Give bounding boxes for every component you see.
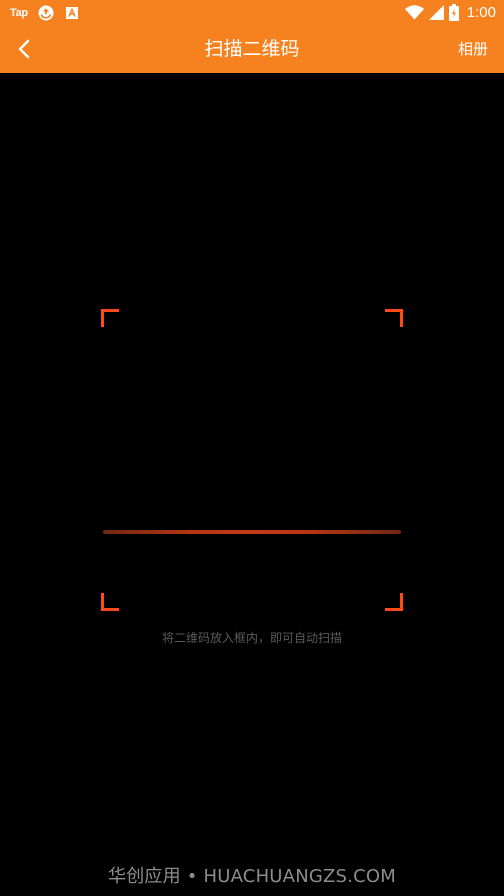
scan-hint: 将二维码放入框内，即可自动扫描 — [161, 631, 342, 645]
album-button[interactable]: 相册 — [458, 25, 488, 73]
scan-corner-top-right — [385, 309, 403, 327]
page-title: 扫描二维码 — [204, 38, 300, 60]
status-system: 1:00 — [404, 3, 496, 22]
tap-icon: Tap — [10, 6, 28, 19]
scan-line — [103, 530, 401, 534]
battery-icon — [448, 4, 459, 21]
a-badge-icon — [65, 6, 78, 19]
scan-corner-top-left — [101, 309, 119, 327]
wifi-icon — [404, 5, 424, 20]
status-notifications: Tap — [10, 4, 80, 21]
qr-scan-screen: Tap 1:00 扫描二维码 相册 将二维码放入框内，即可自动扫描 华创应用 •… — [0, 0, 504, 896]
scan-corner-bottom-left — [101, 593, 119, 611]
scan-frame — [101, 309, 403, 611]
sync-icon — [38, 5, 54, 20]
watermark: 华创应用 • HUACHUANGZS.COM — [108, 866, 396, 887]
status-bar: Tap 1:00 — [0, 0, 504, 25]
title-bar: 扫描二维码 相册 — [0, 25, 504, 73]
signal-icon — [428, 5, 444, 20]
status-time: 1:00 — [466, 4, 496, 21]
scan-corner-bottom-right — [385, 593, 403, 611]
